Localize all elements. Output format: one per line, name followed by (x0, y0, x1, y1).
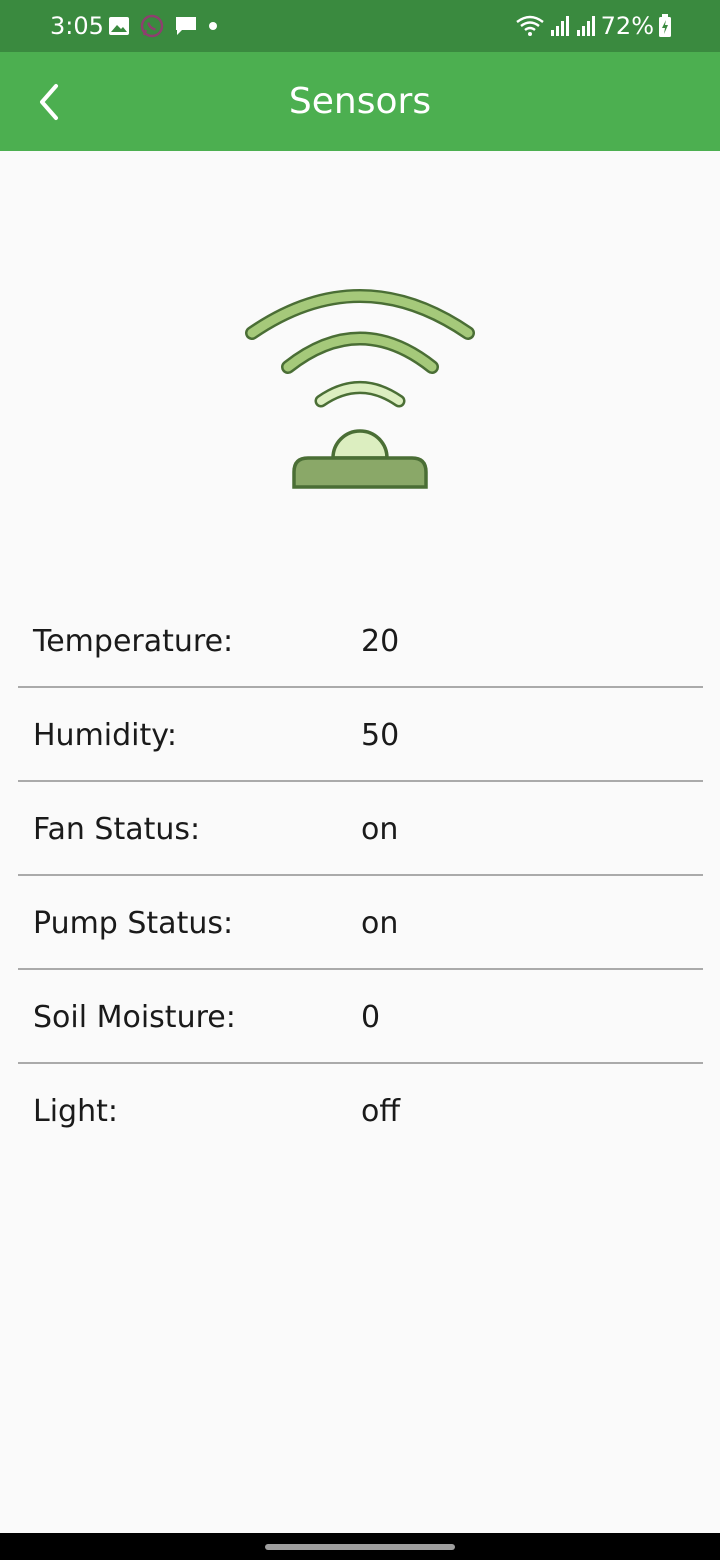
navigation-bar (0, 1533, 720, 1560)
wifi-icon (515, 15, 544, 36)
sensor-row-pump-status: Pump Status: on (18, 876, 703, 970)
sensor-label: Soil Moisture: (33, 1000, 236, 1035)
sensor-value: 50 (361, 718, 400, 753)
status-bar: 3:05 72% (0, 0, 720, 52)
signal-icon (550, 16, 569, 36)
sensor-value: 0 (361, 1000, 381, 1035)
notification-icons (108, 12, 218, 40)
message-icon (176, 17, 196, 35)
sensor-value: on (361, 906, 399, 941)
whatsapp-icon (140, 14, 164, 38)
sensor-row-temperature: Temperature: 20 (18, 594, 703, 688)
sensor-table: Temperature: 20 Humidity: 50 Fan Status:… (18, 594, 703, 1158)
home-indicator[interactable] (265, 1544, 455, 1550)
sensor-row-light: Light: off (18, 1064, 703, 1158)
page-title: Sensors (288, 81, 432, 122)
chevron-left-icon (40, 84, 58, 120)
battery-percentage: 72% (600, 12, 654, 40)
signal-icon (576, 16, 595, 36)
sensor-value: on (361, 812, 399, 847)
gallery-icon (109, 17, 129, 35)
sensor-label: Temperature: (33, 624, 234, 659)
sensor-value: 20 (361, 624, 400, 659)
battery-icon (659, 14, 671, 37)
sensor-label: Fan Status: (33, 812, 201, 847)
dot-icon (209, 22, 217, 30)
sensor-row-soil-moisture: Soil Moisture: 0 (18, 970, 703, 1064)
sensor-label: Light: (33, 1094, 118, 1129)
back-button[interactable] (22, 76, 74, 128)
sensor-row-fan-status: Fan Status: on (18, 782, 703, 876)
status-time: 3:05 (50, 12, 104, 40)
sensor-label: Pump Status: (33, 906, 234, 941)
system-icons: 72% (515, 10, 672, 42)
app-bar: Sensors (0, 52, 720, 151)
sensor-row-humidity: Humidity: 50 (18, 688, 703, 782)
sensor-label: Humidity: (33, 718, 177, 753)
sensor-value: off (361, 1094, 401, 1129)
wireless-sensor-icon (245, 289, 475, 489)
